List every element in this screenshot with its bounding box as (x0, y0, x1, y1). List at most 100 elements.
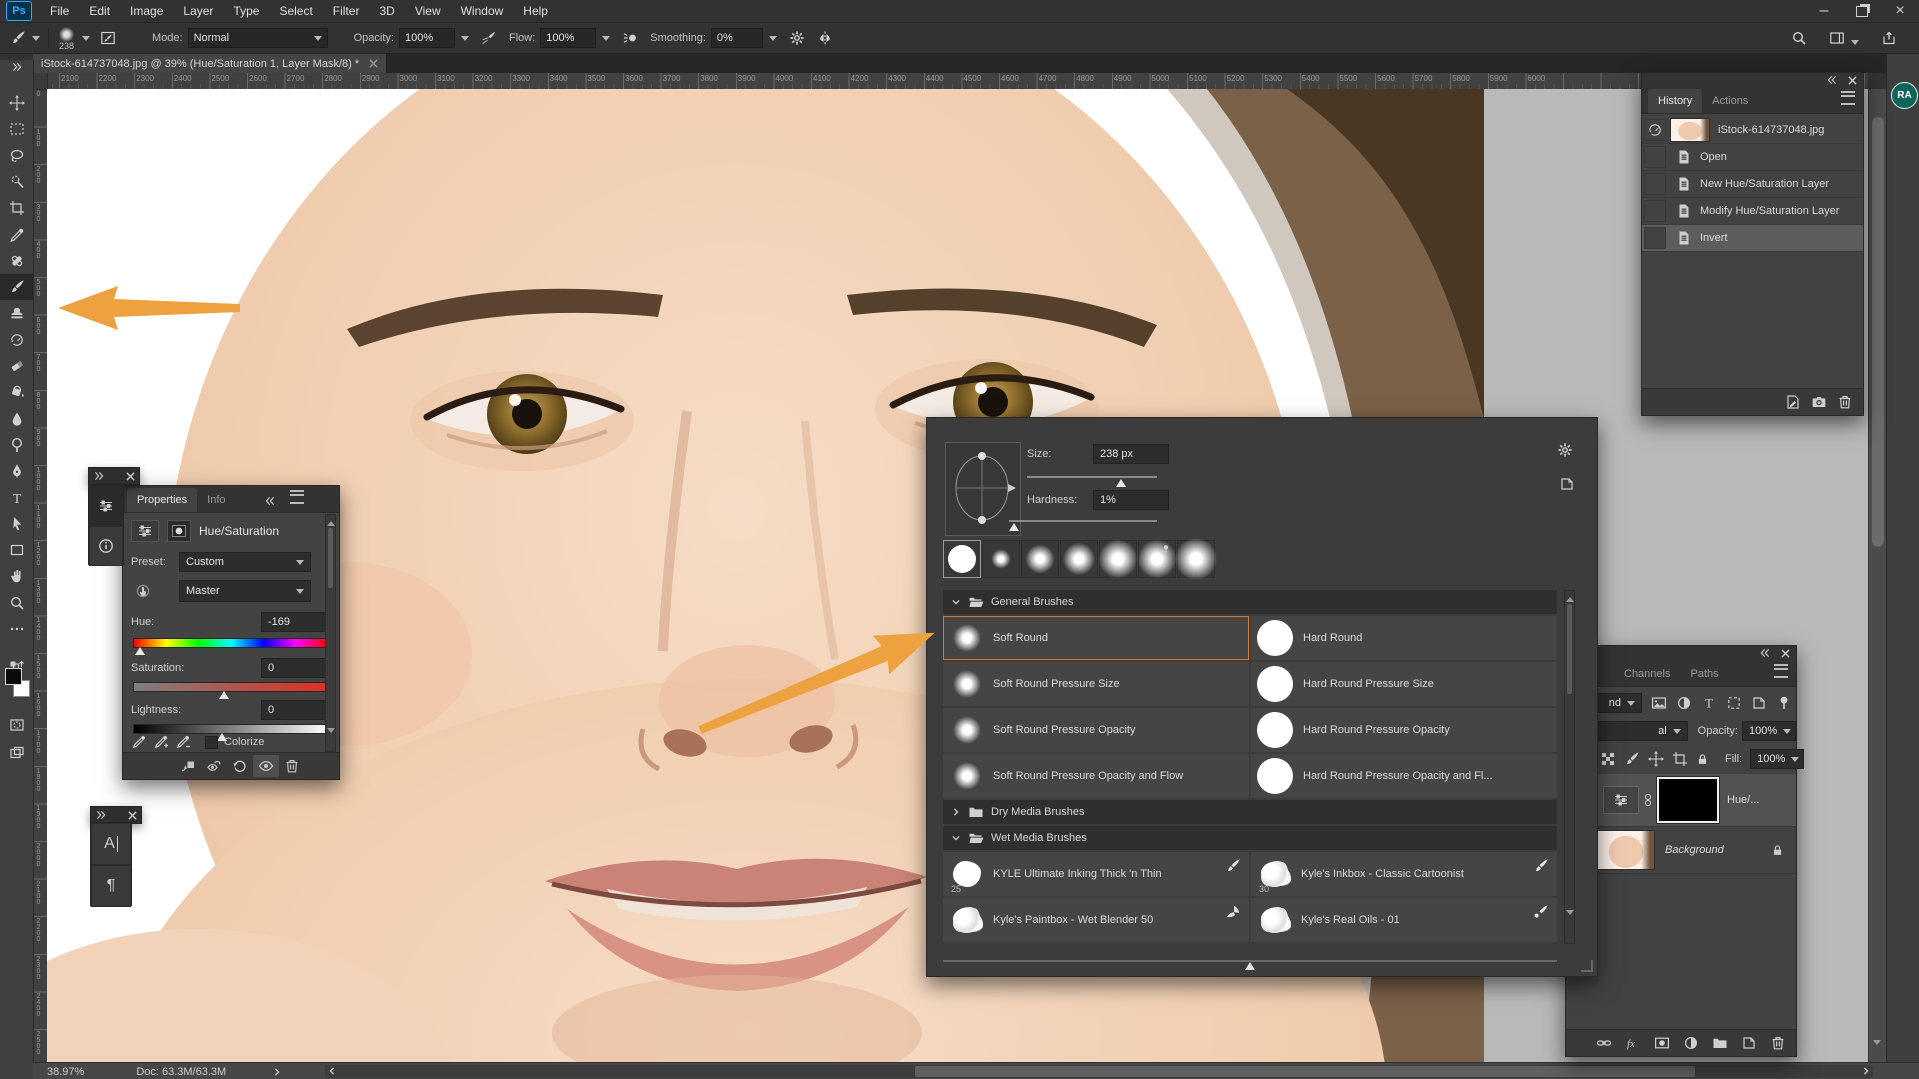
smoothing-select[interactable]: 0% (711, 28, 763, 48)
filter-type-icon[interactable]: T (1701, 695, 1717, 711)
minimize-button[interactable]: – (1805, 0, 1843, 22)
scroll-down-icon[interactable] (1873, 1045, 1881, 1063)
hand-tool[interactable] (0, 563, 33, 589)
brush-item[interactable]: Hard Round Pressure Opacity (1251, 708, 1557, 752)
layer-row-adjustment[interactable]: Hue/... (1566, 774, 1796, 827)
saturation-slider[interactable] (133, 682, 329, 692)
channel-select[interactable]: Master (179, 580, 311, 602)
tab-properties[interactable]: Properties (127, 488, 197, 512)
targeted-adjust-icon[interactable] (131, 583, 155, 599)
layer-row-background[interactable]: Background (1566, 827, 1796, 874)
saturation-slider-thumb[interactable] (219, 691, 229, 699)
history-snapshot-row[interactable]: iStock-614737048.jpg (1642, 117, 1863, 144)
historybrush-tool[interactable] (0, 327, 33, 353)
view-previous-state-icon[interactable] (201, 755, 227, 777)
menu-edit[interactable]: Edit (79, 0, 120, 22)
rectangle-tool[interactable] (0, 537, 33, 563)
eyedropper-icon[interactable] (131, 734, 147, 750)
layers-menu-icon[interactable] (1774, 664, 1788, 678)
lock-artboard-icon[interactable] (1672, 751, 1688, 767)
screen-mode-icon[interactable] (0, 740, 33, 766)
foreground-color-swatch[interactable] (5, 668, 22, 685)
quick-mask-icon[interactable] (0, 712, 33, 738)
recent-brush-0[interactable] (943, 540, 981, 578)
filter-adjustment-icon[interactable] (1676, 695, 1692, 711)
brush-item[interactable]: Soft Round Pressure Opacity and Flow (943, 754, 1249, 798)
opacity-select[interactable]: 100% (399, 28, 455, 48)
preset-select[interactable]: Custom (179, 552, 311, 572)
tab-info[interactable]: Info (197, 488, 235, 512)
recent-brush-5[interactable] (1138, 540, 1176, 578)
menu-select[interactable]: Select (269, 0, 322, 22)
info-panel-icon[interactable] (89, 526, 123, 566)
new-adjustment-icon[interactable] (1683, 1035, 1699, 1051)
opacity-chevron-icon[interactable] (461, 36, 469, 45)
mode-select[interactable]: Normal (188, 28, 328, 48)
reset-icon[interactable] (227, 755, 253, 777)
blur-tool[interactable] (0, 406, 33, 432)
vertical-scrollbar-thumb[interactable] (1872, 117, 1884, 547)
new-group-folder-icon[interactable] (1712, 1035, 1728, 1051)
visibility-eye-icon[interactable] (253, 755, 279, 777)
smoothing-gear-icon[interactable] (789, 30, 805, 46)
more-tool[interactable] (0, 616, 33, 642)
tab-channels[interactable]: Channels (1614, 662, 1680, 686)
history-item-open[interactable]: Open (1642, 144, 1863, 171)
move-tool[interactable] (0, 90, 33, 116)
tab-paths[interactable]: Paths (1680, 662, 1728, 686)
history-menu-icon[interactable] (1841, 91, 1855, 105)
delete-layer-trash-icon[interactable] (1770, 1035, 1786, 1051)
properties-scrollbar[interactable] (325, 514, 336, 752)
menu-image[interactable]: Image (120, 0, 173, 22)
airbrush-icon[interactable] (622, 30, 638, 46)
pressure-opacity-icon[interactable] (481, 30, 497, 46)
link-layers-icon[interactable] (1596, 1035, 1612, 1051)
stamp-tool[interactable] (0, 300, 33, 326)
history-item-invert[interactable]: Invert (1642, 225, 1863, 252)
quickselect-tool[interactable] (0, 169, 33, 195)
flow-select[interactable]: 100% (540, 28, 596, 48)
size-slider[interactable] (1027, 476, 1157, 478)
history-state-checkbox[interactable] (1644, 173, 1666, 195)
filter-shape-icon[interactable] (1726, 695, 1742, 711)
recent-brush-3[interactable] (1060, 540, 1098, 578)
toggle-brush-panel-icon[interactable] (100, 30, 116, 46)
brush-item[interactable]: Hard Round Pressure Opacity and Fl... (1251, 754, 1557, 798)
menu-view[interactable]: View (405, 0, 451, 22)
history-source-icon[interactable] (1644, 119, 1666, 141)
recent-brush-1[interactable] (982, 540, 1020, 578)
brush-list-scrollbar[interactable] (1564, 590, 1575, 944)
hue-value-field[interactable]: -169 (261, 612, 327, 632)
layer-name-background[interactable]: Background (1665, 844, 1724, 856)
group-dry-media-brushes[interactable]: Dry Media Brushes (943, 800, 1557, 824)
layer-mask-thumbnail[interactable] (1657, 777, 1719, 823)
eyedropper-plus-icon[interactable] (153, 734, 169, 750)
recent-brush-6[interactable] (1177, 540, 1215, 578)
brush-preview[interactable]: 238 (59, 27, 74, 50)
account-avatar[interactable]: RA (1891, 82, 1918, 109)
lock-paint-icon[interactable] (1624, 751, 1640, 767)
lock-move-icon[interactable] (1648, 751, 1664, 767)
colorize-checkbox[interactable] (205, 736, 218, 749)
lasso-tool[interactable] (0, 143, 33, 169)
brush-item[interactable]: Hard Round (1251, 616, 1557, 660)
eyedropper-minus-icon[interactable] (175, 734, 191, 750)
add-mask-icon[interactable] (1654, 1035, 1670, 1051)
brush-item[interactable]: Soft Round (943, 616, 1249, 660)
tab-history[interactable]: History (1648, 89, 1702, 113)
tab-close-icon[interactable] (369, 59, 378, 68)
layer-opacity-select[interactable]: 100% (1742, 721, 1796, 741)
brush-item[interactable]: Kyle's Paintbox - Wet Blender 50 (943, 898, 1249, 942)
brush-scroll-up-icon[interactable] (1566, 593, 1574, 602)
filter-smartobject-icon[interactable] (1751, 695, 1767, 711)
layer-name-hue[interactable]: Hue/... (1727, 794, 1759, 806)
crop-tool[interactable] (0, 195, 33, 221)
group-general-brushes[interactable]: General Brushes (943, 590, 1557, 614)
history-item-new-hue-saturation-layer[interactable]: New Hue/Saturation Layer (1642, 171, 1863, 198)
popup-bottom-slider-thumb[interactable] (1245, 962, 1255, 970)
delete-state-trash-icon[interactable] (1837, 394, 1853, 410)
lock-all-icon[interactable] (1696, 753, 1709, 766)
scroll-up-icon[interactable] (327, 517, 335, 526)
hue-slider[interactable] (133, 638, 329, 648)
filter-image-icon[interactable] (1651, 695, 1667, 711)
